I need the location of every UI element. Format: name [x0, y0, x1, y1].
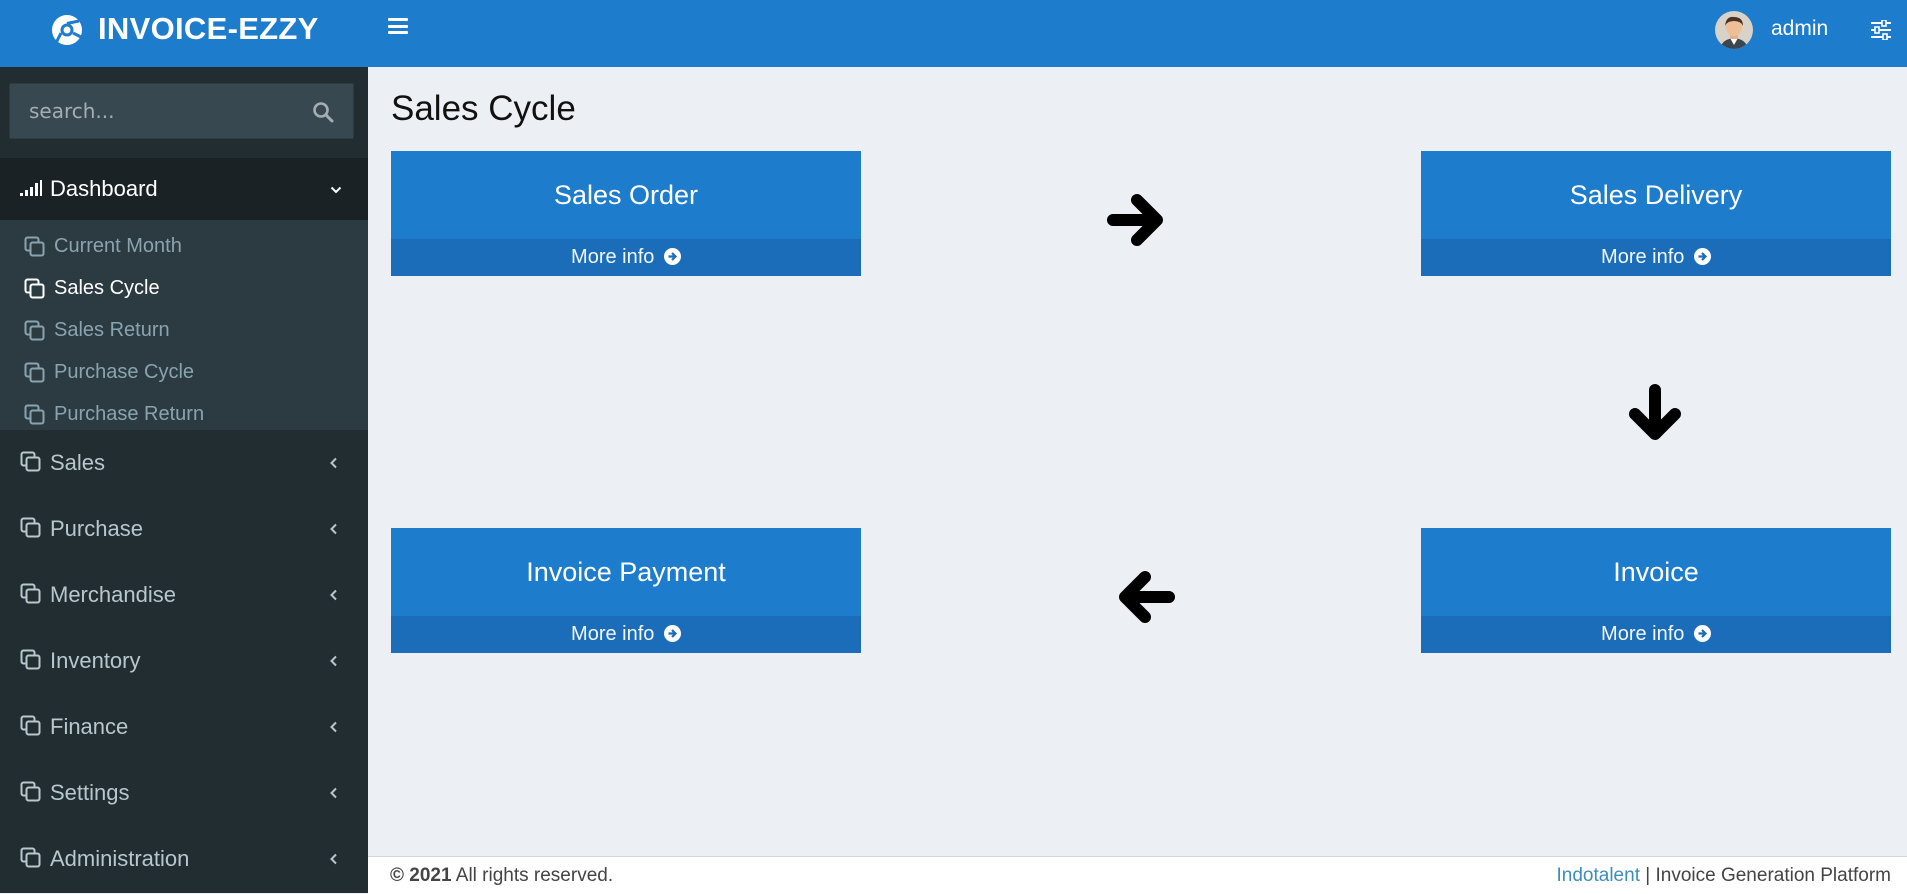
submenu-item-label: Purchase Return	[54, 403, 205, 425]
dashboard-submenu: Current Month Sales Cycle Sales Return P…	[0, 220, 368, 430]
sales-order-box: Sales Order More info	[391, 151, 861, 276]
submenu-item-label: Current Month	[54, 235, 182, 257]
sidebar-toggle-button[interactable]	[388, 18, 408, 36]
copy-icon	[24, 404, 45, 425]
arrow-circle-right-icon	[1693, 248, 1711, 265]
platform-name: Invoice Generation Platform	[1655, 865, 1891, 886]
sales-delivery-box: Sales Delivery More info	[1421, 151, 1891, 276]
copy-icon	[24, 320, 45, 341]
username[interactable]: admin	[1771, 16, 1828, 42]
arrow-circle-right-icon	[663, 248, 681, 265]
more-info-link[interactable]: More info	[1421, 616, 1891, 653]
submenu-item-label: Purchase Cycle	[54, 361, 195, 383]
submenu-item-sales-return[interactable]: Sales Return	[0, 309, 368, 351]
brand[interactable]: INVOICE-EZZY	[0, 0, 368, 67]
arrow-left-icon	[1119, 571, 1175, 623]
sidebar-item-label: Finance	[50, 714, 129, 739]
copy-icon	[20, 451, 41, 472]
sidebar-item-merchandise[interactable]: Merchandise	[0, 562, 368, 628]
sidebar-item-label: Settings	[50, 780, 130, 805]
top-navbar: INVOICE-EZZY admin	[0, 0, 1907, 67]
chevron-left-icon	[330, 787, 337, 799]
arrow-circle-right-icon	[663, 625, 681, 642]
chevron-left-icon	[330, 853, 337, 865]
copy-icon	[20, 847, 41, 868]
arrow-right-icon	[1107, 194, 1163, 246]
submenu-item-sales-cycle[interactable]: Sales Cycle	[0, 267, 368, 309]
more-info-link[interactable]: More info	[1421, 239, 1891, 276]
box-title: Invoice	[1613, 557, 1699, 587]
sidebar-item-administration[interactable]: Administration	[0, 826, 368, 892]
sidebar-item-label: Merchandise	[50, 582, 176, 607]
box-title: Sales Order	[553, 180, 699, 210]
chevron-left-icon	[330, 721, 337, 733]
sidebar-search	[9, 83, 354, 139]
brand-name: INVOICE-EZZY	[98, 11, 319, 46]
box-title: Invoice Payment	[526, 557, 726, 587]
sidebar-item-label: Administration	[50, 846, 190, 871]
page-footer: © 2021 All rights reserved. Indotalent |…	[368, 856, 1907, 894]
copy-icon	[20, 781, 41, 802]
page-title: Sales Cycle	[391, 89, 576, 128]
more-info-link[interactable]: More info	[391, 239, 861, 276]
submenu-item-label: Sales Cycle	[54, 277, 160, 299]
more-info-label: More info	[1601, 623, 1685, 645]
submenu-item-current-month[interactable]: Current Month	[0, 225, 368, 267]
submenu-item-label: Sales Return	[54, 319, 170, 341]
copyright: © 2021 All rights reserved.	[390, 857, 613, 894]
more-info-label: More info	[571, 623, 655, 645]
sidebar-item-finance[interactable]: Finance	[0, 694, 368, 760]
submenu-item-purchase-return[interactable]: Purchase Return	[0, 393, 368, 435]
sidebar-item-label: Purchase	[50, 516, 143, 541]
search-input[interactable]	[10, 84, 309, 138]
invoice-payment-box: Invoice Payment More info	[391, 528, 861, 653]
sidebar-item-label: Sales	[50, 450, 106, 475]
box-title: Sales Delivery	[1569, 180, 1743, 210]
copy-icon	[24, 278, 45, 299]
arrow-down-icon	[1629, 384, 1681, 440]
sidebar: Dashboard Current Month Sales Cycle Sale…	[0, 67, 368, 893]
submenu-item-purchase-cycle[interactable]: Purchase Cycle	[0, 351, 368, 393]
chevron-left-icon	[330, 457, 337, 469]
chevron-left-icon	[330, 523, 337, 535]
footer-credits: Indotalent | Invoice Generation Platform	[1557, 857, 1891, 894]
arrow-circle-right-icon	[1693, 625, 1711, 642]
logo-icon	[52, 15, 82, 45]
sidebar-item-settings[interactable]: Settings	[0, 760, 368, 826]
sliders-icon[interactable]	[1870, 20, 1892, 40]
search-icon[interactable]	[312, 101, 334, 123]
sidebar-item-label: Dashboard	[50, 176, 158, 201]
more-info-label: More info	[571, 246, 655, 268]
footer-separator: |	[1639, 865, 1656, 886]
rights-text: All rights reserved.	[451, 865, 614, 886]
avatar[interactable]	[1715, 11, 1753, 49]
signal-bars-icon	[20, 180, 42, 196]
more-info-label: More info	[1601, 246, 1685, 268]
sidebar-item-label: Inventory	[50, 648, 141, 673]
user-avatar-icon	[1715, 11, 1753, 49]
sidebar-item-inventory[interactable]: Inventory	[0, 628, 368, 694]
copy-icon	[24, 236, 45, 257]
copy-icon	[20, 517, 41, 538]
copy-icon	[20, 583, 41, 604]
chevron-left-icon	[330, 655, 337, 667]
more-info-link[interactable]: More info	[391, 616, 861, 653]
sidebar-item-sales[interactable]: Sales	[0, 430, 368, 496]
chevron-left-icon	[330, 589, 337, 601]
sidebar-item-purchase[interactable]: Purchase	[0, 496, 368, 562]
copyright-year: © 2021	[390, 865, 452, 886]
copy-icon	[20, 649, 41, 670]
invoice-box: Invoice More info	[1421, 528, 1891, 653]
chevron-down-icon	[330, 186, 342, 194]
copy-icon	[24, 362, 45, 383]
copy-icon	[20, 715, 41, 736]
company-link[interactable]: Indotalent	[1557, 865, 1640, 886]
sidebar-item-dashboard[interactable]: Dashboard	[0, 158, 368, 220]
